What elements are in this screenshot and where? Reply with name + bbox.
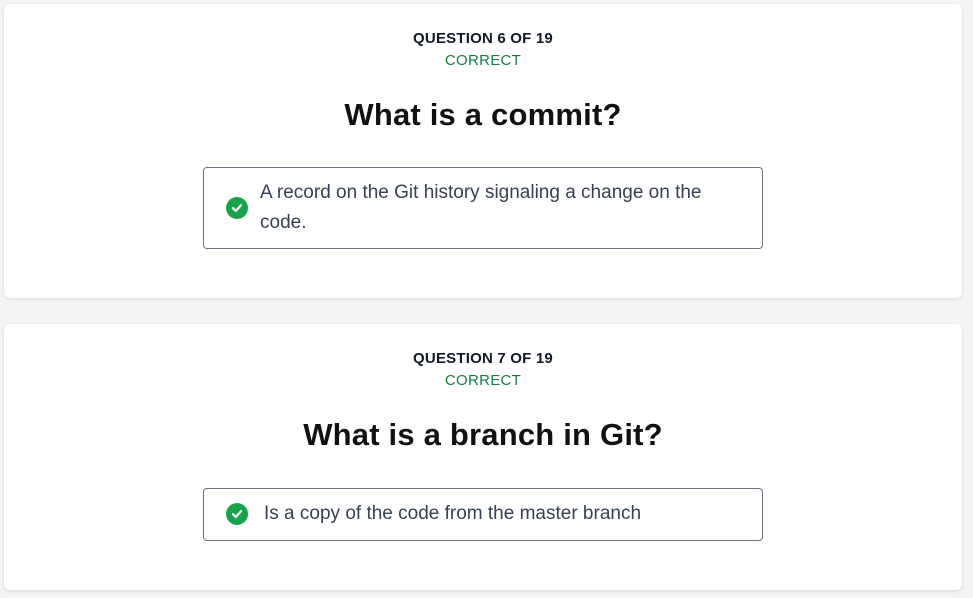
question-card: QUESTION 6 OF 19 CORRECT What is a commi… [4, 4, 962, 298]
answer-text: A record on the Git history signaling a … [260, 182, 702, 233]
selected-answer: Is a copy of the code from the master br… [203, 488, 763, 541]
question-title: What is a commit? [344, 97, 622, 132]
answer-text: Is a copy of the code from the master br… [264, 503, 642, 524]
question-counter: QUESTION 7 OF 19 [413, 350, 553, 367]
question-counter: QUESTION 6 OF 19 [413, 30, 553, 47]
question-card: QUESTION 7 OF 19 CORRECT What is a branc… [4, 324, 962, 590]
question-status: CORRECT [444, 372, 522, 389]
check-circle-icon [226, 197, 248, 219]
quiz-results-page: QUESTION 6 OF 19 CORRECT What is a commi… [0, 0, 973, 598]
check-circle-icon [226, 503, 248, 525]
question-status: CORRECT [444, 52, 522, 69]
selected-answer: A record on the Git history signaling a … [203, 167, 763, 249]
question-title: What is a branch in Git? [303, 417, 663, 452]
